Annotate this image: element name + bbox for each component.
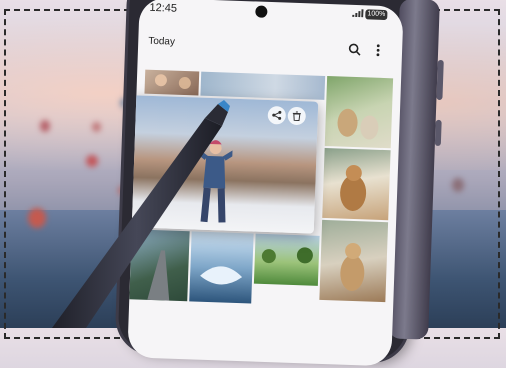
phone-screen: 12:45 100% Today <box>127 0 404 367</box>
photo-thumbnail[interactable] <box>200 71 326 100</box>
battery-indicator: 100% <box>365 9 388 21</box>
power-button <box>434 119 442 147</box>
photo-grid <box>127 69 401 318</box>
gallery-header: Today <box>138 27 403 64</box>
photo-thumbnail[interactable] <box>189 231 254 304</box>
more-vertical-icon[interactable] <box>368 39 389 60</box>
photo-thumbnail[interactable] <box>144 69 200 96</box>
signal-icon <box>351 9 364 21</box>
photo-thumbnail[interactable] <box>129 229 190 302</box>
photo-thumbnail[interactable] <box>324 76 394 149</box>
share-icon[interactable] <box>267 105 287 125</box>
selected-photo[interactable] <box>127 95 319 234</box>
status-time: 12:45 <box>149 1 178 15</box>
gallery-title: Today <box>148 35 176 48</box>
search-icon[interactable] <box>344 39 365 60</box>
status-bar: 12:45 100% <box>139 0 404 27</box>
photo-thumbnail[interactable] <box>253 233 320 286</box>
front-camera <box>255 5 268 18</box>
person-figure <box>195 140 233 223</box>
trash-icon[interactable] <box>287 106 307 126</box>
photo-thumbnail[interactable] <box>322 147 391 221</box>
photo-thumbnail[interactable] <box>319 219 389 303</box>
smartphone: 12:45 100% Today <box>117 0 444 367</box>
